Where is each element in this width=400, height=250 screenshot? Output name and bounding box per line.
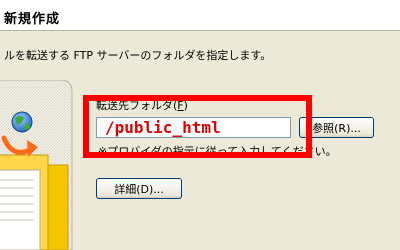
wizard-header: 新規作成: [0, 0, 400, 31]
upload-illustration: [0, 80, 73, 250]
details-button[interactable]: 詳細(D)...: [96, 178, 182, 199]
globe-icon: [11, 111, 33, 133]
annotation-highlight-box: [83, 95, 312, 158]
computer-icon: [0, 80, 73, 250]
wizard-title: 新規作成: [4, 12, 61, 27]
wizard-instruction: ルを転送する FTP サーバーのフォルダを指定します。: [4, 49, 272, 62]
